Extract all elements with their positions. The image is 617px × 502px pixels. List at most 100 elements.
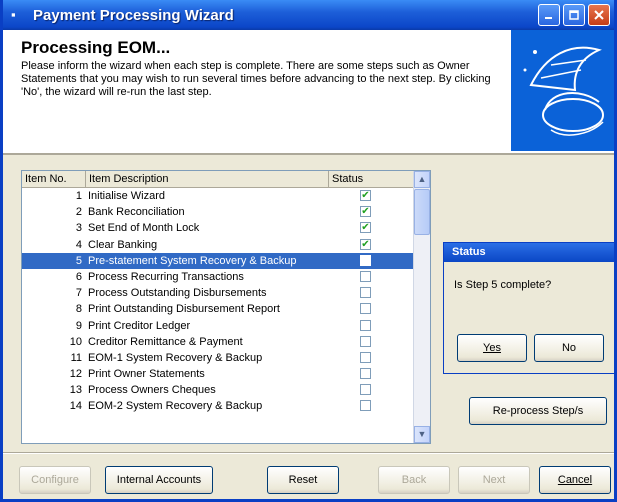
status-checkbox[interactable]: ✔ xyxy=(360,206,371,218)
item-description: Pre-statement System Recovery & Backup xyxy=(88,254,297,267)
next-button[interactable]: Next xyxy=(458,466,530,494)
close-icon xyxy=(594,10,604,20)
status-checkbox[interactable] xyxy=(360,335,371,347)
configure-button[interactable]: Configure xyxy=(19,466,91,494)
status-checkbox[interactable] xyxy=(360,319,371,331)
status-checkbox[interactable] xyxy=(360,351,371,363)
item-description: Set End of Month Lock xyxy=(88,222,200,235)
scroll-up-button[interactable]: ▲ xyxy=(414,171,430,188)
item-description: Print Creditor Ledger xyxy=(88,319,191,332)
item-description: Initialise Wizard xyxy=(88,190,166,202)
minimize-icon xyxy=(545,17,552,19)
item-no: 6 xyxy=(75,270,82,283)
no-button[interactable]: No xyxy=(534,334,604,362)
status-checkbox[interactable] xyxy=(360,303,371,315)
list-row[interactable]: 2 Bank Reconciliation ✔ xyxy=(22,204,415,220)
item-no: 9 xyxy=(75,319,82,332)
steps-list[interactable]: Item No. Item Description Status 1 Initia… xyxy=(21,170,431,444)
list-rows: 1 Initialise Wizard ✔ 2 Bank Reconciliation… xyxy=(22,188,415,415)
list-row[interactable]: 6 Process Recurring Transactions xyxy=(22,269,415,285)
status-checkbox[interactable] xyxy=(360,400,371,412)
item-description: Creditor Remittance & Payment xyxy=(88,335,243,348)
item-description: Process Owners Cheques xyxy=(88,384,216,397)
item-no: 2 xyxy=(75,206,82,219)
item-no: 3 xyxy=(75,222,82,235)
yes-button-label: Yes xyxy=(483,342,501,354)
wizard-header: Processing EOM... Please inform the wiza… xyxy=(3,30,614,155)
internal-accounts-label: Internal Accounts xyxy=(116,474,202,486)
column-header-item-no[interactable]: Item No. xyxy=(22,171,86,187)
item-no: 5 xyxy=(75,254,82,267)
item-no: 13 xyxy=(69,384,82,397)
item-no: 12 xyxy=(69,368,82,381)
item-description: Print Outstanding Disbursement Report xyxy=(88,303,280,316)
configure-label: Configure xyxy=(31,474,79,486)
next-label: Next xyxy=(482,474,506,486)
wizard-logo xyxy=(511,30,614,151)
yes-button[interactable]: Yes xyxy=(457,334,527,362)
item-no: 11 xyxy=(70,351,82,364)
column-header-status[interactable]: Status xyxy=(329,171,415,187)
item-description: Process Outstanding Disbursements xyxy=(88,287,267,300)
maximize-icon xyxy=(569,10,579,20)
item-description: Clear Banking xyxy=(88,238,158,251)
status-dialog: Status Is Step 5 complete? Yes No xyxy=(443,242,615,374)
page-title: Processing EOM... xyxy=(21,38,171,57)
title-bar[interactable]: ▪ Payment Processing Wizard xyxy=(3,0,614,30)
instructions-text: Please inform the wizard when each step … xyxy=(21,60,491,98)
status-checkbox[interactable]: ✔ xyxy=(360,222,371,234)
list-row[interactable]: 14 EOM-2 System Recovery & Backup xyxy=(22,398,415,414)
item-description: Bank Reconciliation xyxy=(88,206,185,219)
list-scrollbar[interactable]: ▲ ▼ xyxy=(413,171,430,443)
minimize-button[interactable] xyxy=(538,4,560,26)
list-row[interactable]: 10 Creditor Remittance & Payment xyxy=(22,334,415,350)
list-row[interactable]: 3 Set End of Month Lock ✔ xyxy=(22,220,415,236)
list-row[interactable]: 4 Clear Banking ✔ xyxy=(22,237,415,253)
item-description: Process Recurring Transactions xyxy=(88,270,244,283)
item-description: EOM-2 System Recovery & Backup xyxy=(88,400,263,413)
item-no: 8 xyxy=(75,303,82,316)
dialog-title: Status xyxy=(444,243,614,262)
reprocess-steps-button[interactable]: Re-process Step/s xyxy=(469,397,607,425)
column-header-description[interactable]: Item Description xyxy=(86,171,329,187)
status-checkbox[interactable] xyxy=(360,270,371,282)
app-icon: ▪ xyxy=(11,7,16,22)
wizard-window: ▪ Payment Processing Wizard Processing E… xyxy=(0,0,617,502)
status-checkbox[interactable] xyxy=(360,384,371,396)
no-button-label: No xyxy=(561,342,577,354)
list-row[interactable]: 13 Process Owners Cheques xyxy=(22,382,415,398)
maximize-button[interactable] xyxy=(563,4,585,26)
item-no: 1 xyxy=(75,190,82,202)
status-checkbox[interactable] xyxy=(360,254,371,266)
reset-label: Reset xyxy=(288,474,318,486)
status-checkbox[interactable] xyxy=(360,287,371,299)
list-row-selected[interactable]: 5 Pre-statement System Recovery & Backup xyxy=(22,252,415,269)
status-checkbox[interactable] xyxy=(360,368,371,380)
window-title: Payment Processing Wizard xyxy=(33,6,234,24)
list-row[interactable]: 11 EOM-1 System Recovery & Backup xyxy=(22,350,415,366)
item-no: 10 xyxy=(69,335,82,348)
window-controls xyxy=(538,4,610,26)
list-row[interactable]: 7 Process Outstanding Disbursements xyxy=(22,285,415,301)
footer-divider xyxy=(3,452,614,454)
reset-button[interactable]: Reset xyxy=(267,466,339,494)
list-row[interactable]: 1 Initialise Wizard ✔ xyxy=(22,188,415,204)
scroll-down-button[interactable]: ▼ xyxy=(414,426,430,443)
list-header: Item No. Item Description Status xyxy=(22,171,415,188)
status-checkbox[interactable]: ✔ xyxy=(360,238,371,250)
list-row[interactable]: 9 Print Creditor Ledger xyxy=(22,318,415,334)
back-label: Back xyxy=(401,474,427,486)
scroll-thumb[interactable] xyxy=(414,189,430,235)
internal-accounts-button[interactable]: Internal Accounts xyxy=(105,466,213,494)
list-row[interactable]: 12 Print Owner Statements xyxy=(22,366,415,382)
item-description: EOM-1 System Recovery & Backup xyxy=(88,351,263,364)
list-row[interactable]: 8 Print Outstanding Disbursement Report xyxy=(22,301,415,317)
item-description: Print Owner Statements xyxy=(88,368,205,381)
cancel-button[interactable]: Cancel xyxy=(539,466,611,494)
back-button[interactable]: Back xyxy=(378,466,450,494)
item-no: 4 xyxy=(75,238,82,251)
wizard-hat-icon xyxy=(523,46,604,136)
status-checkbox[interactable]: ✔ xyxy=(360,190,371,201)
close-button[interactable] xyxy=(588,4,610,26)
cancel-label: Cancel xyxy=(557,474,593,486)
